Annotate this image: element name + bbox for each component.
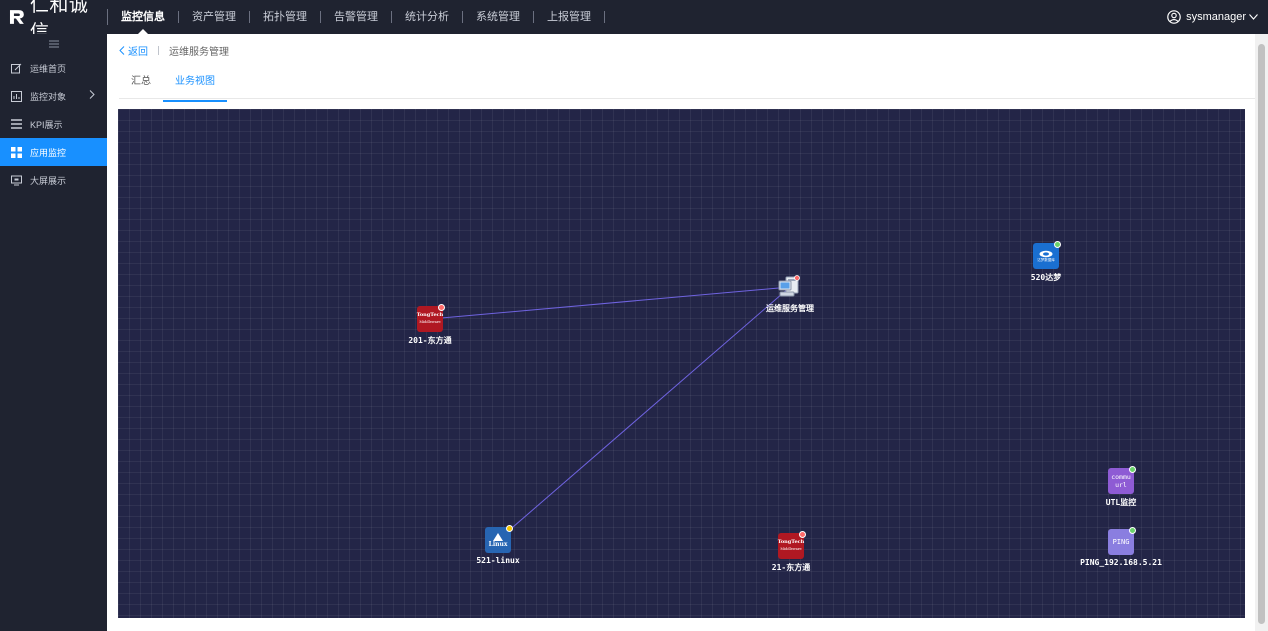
breadcrumb: 返回 运维服务管理 bbox=[119, 43, 229, 58]
chevron-left-icon bbox=[119, 46, 125, 55]
topology-node-label: 520达梦 bbox=[1030, 273, 1062, 282]
user-menu[interactable]: sysmanager bbox=[1167, 0, 1258, 34]
scrollbar-thumb[interactable] bbox=[1258, 44, 1265, 624]
topology-node-url[interactable]: commu url UTL监控 bbox=[1091, 466, 1151, 508]
chart-icon bbox=[10, 90, 22, 102]
topology-canvas[interactable]: 运维服务管理 TongTech Middleware 201-东方通 Linux 521-… bbox=[118, 109, 1245, 618]
sidebar-item-label: 大屏展示 bbox=[30, 175, 67, 186]
topology-edge bbox=[429, 286, 791, 320]
topology-edge bbox=[497, 286, 791, 541]
top-bar: 仁和诚信 监控信息 资产管理 拓扑管理 告警管理 统计分析 系统管理 上报管理 … bbox=[0, 0, 1268, 43]
topology-node-ping[interactable]: PING PING_192.168.5.21 bbox=[1080, 527, 1162, 567]
sidebar: 运维首页 监控对象 KPI展示 应用监控 大屏展示 bbox=[0, 34, 107, 631]
edit-icon bbox=[10, 62, 22, 74]
dameng-icon: 达梦数据库 bbox=[1033, 241, 1061, 269]
url-icon: commu url bbox=[1108, 466, 1136, 494]
nav-item-topology[interactable]: 拓扑管理 bbox=[250, 0, 320, 34]
hamburger-icon bbox=[48, 40, 59, 48]
topology-node-label: PING_192.168.5.21 bbox=[1080, 558, 1162, 567]
topology-node-label: 521-linux bbox=[476, 556, 520, 565]
user-name: sysmanager bbox=[1186, 11, 1246, 23]
collapse-menu-button[interactable] bbox=[0, 34, 107, 54]
sidebar-item-label: 运维首页 bbox=[30, 63, 67, 74]
page-scrollbar[interactable] bbox=[1255, 34, 1268, 631]
sidebar-item-label: KPI展示 bbox=[30, 119, 63, 130]
logo-mark-icon bbox=[9, 10, 24, 24]
tab-summary[interactable]: 汇总 bbox=[119, 72, 163, 98]
breadcrumb-divider bbox=[158, 46, 159, 55]
sidebar-item-big-screen[interactable]: 大屏展示 bbox=[0, 166, 107, 194]
status-badge bbox=[1129, 466, 1136, 473]
computer-icon bbox=[777, 274, 803, 300]
topology-node-label: 21-东方通 bbox=[771, 563, 811, 572]
topology-edges bbox=[429, 286, 791, 541]
nav-divider bbox=[604, 11, 605, 23]
nav-item-reports[interactable]: 上报管理 bbox=[534, 0, 604, 34]
breadcrumb-current: 运维服务管理 bbox=[169, 47, 229, 58]
status-badge bbox=[438, 304, 445, 311]
chevron-right-icon bbox=[89, 90, 95, 99]
sidebar-item-app-monitoring[interactable]: 应用监控 bbox=[0, 138, 107, 166]
tab-business-view[interactable]: 业务视图 bbox=[163, 72, 227, 102]
back-label: 返回 bbox=[128, 47, 148, 58]
list-icon bbox=[10, 118, 22, 130]
nav-item-monitoring[interactable]: 监控信息 bbox=[108, 0, 178, 34]
sidebar-item-home[interactable]: 运维首页 bbox=[0, 54, 107, 82]
linux-icon: Linux bbox=[485, 525, 513, 553]
topology-node-linux[interactable]: Linux 521-linux bbox=[468, 525, 528, 565]
main-nav: 监控信息 资产管理 拓扑管理 告警管理 统计分析 系统管理 上报管理 bbox=[108, 0, 605, 34]
tabs-underline bbox=[119, 98, 1255, 99]
topology-node-center[interactable]: 运维服务管理 bbox=[760, 274, 820, 314]
sidebar-item-label: 监控对象 bbox=[30, 91, 67, 102]
topology-node-tongtech1[interactable]: TongTech Middleware 201-东方通 bbox=[400, 304, 460, 346]
tongtech-icon: TongTech Middleware bbox=[778, 531, 806, 559]
chevron-down-icon bbox=[1249, 14, 1258, 20]
view-tabs: 汇总 业务视图 bbox=[119, 72, 227, 102]
nav-item-assets[interactable]: 资产管理 bbox=[179, 0, 249, 34]
topology-node-label: 运维服务管理 bbox=[766, 304, 814, 313]
tongtech-icon: TongTech Middleware bbox=[417, 304, 445, 332]
main-content: 返回 运维服务管理 汇总 业务视图 运维服务管理 TongTech Middlewa… bbox=[107, 34, 1255, 631]
topology-node-label: 201-东方通 bbox=[408, 336, 452, 345]
back-link[interactable]: 返回 bbox=[119, 43, 148, 58]
sidebar-item-kpi[interactable]: KPI展示 bbox=[0, 110, 107, 138]
app-logo[interactable]: 仁和诚信 bbox=[0, 0, 107, 43]
monitor-icon bbox=[10, 174, 22, 186]
status-badge bbox=[506, 525, 513, 532]
sidebar-item-monitor-objects[interactable]: 监控对象 bbox=[0, 82, 107, 110]
status-badge bbox=[1129, 527, 1136, 534]
user-icon bbox=[1167, 10, 1181, 24]
ping-icon: PING bbox=[1108, 527, 1136, 555]
status-badge bbox=[1054, 241, 1061, 248]
topology-node-label: UTL监控 bbox=[1105, 498, 1137, 507]
topology-node-tongtech2[interactable]: TongTech Middleware 21-东方通 bbox=[761, 531, 821, 573]
grid-icon bbox=[10, 146, 22, 158]
topology-node-dameng[interactable]: 达梦数据库 520达梦 bbox=[1016, 241, 1076, 283]
nav-item-statistics[interactable]: 统计分析 bbox=[392, 0, 462, 34]
sidebar-item-label: 应用监控 bbox=[30, 147, 67, 158]
nav-item-alarms[interactable]: 告警管理 bbox=[321, 0, 391, 34]
status-badge bbox=[799, 531, 806, 538]
nav-item-system[interactable]: 系统管理 bbox=[463, 0, 533, 34]
